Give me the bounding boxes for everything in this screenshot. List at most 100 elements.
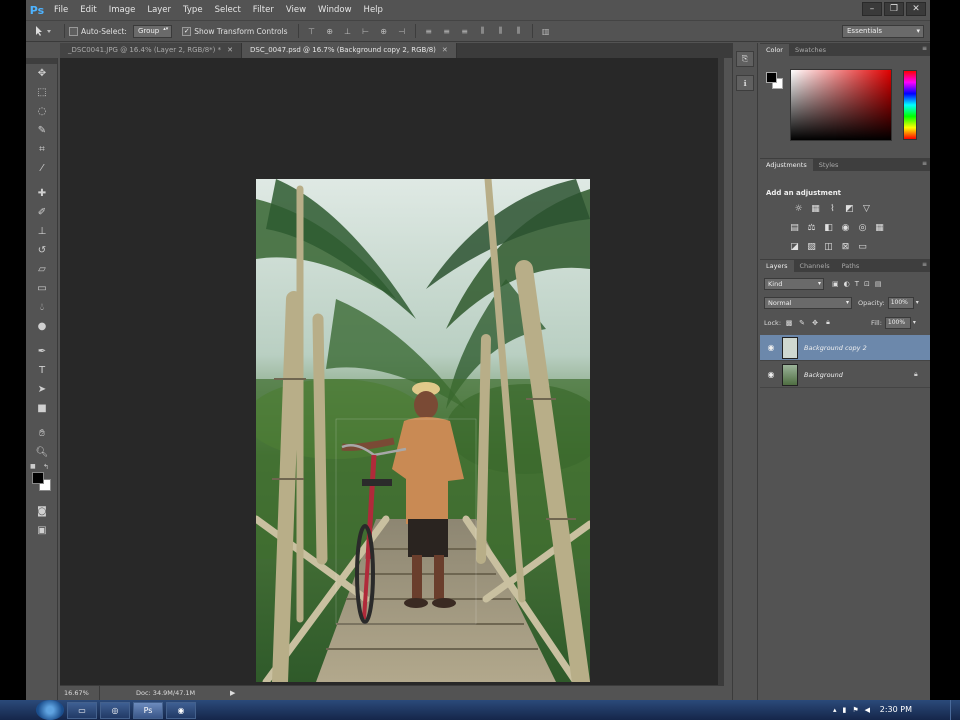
marquee-tool-icon[interactable]: ⬚ [26, 83, 58, 102]
auto-align-icon[interactable]: ▥ [539, 25, 553, 37]
align-left-icon[interactable]: ⊢ [359, 25, 373, 37]
canvas-area[interactable] [60, 58, 718, 685]
type-tool-icon[interactable]: T [26, 361, 58, 380]
swap-colors-icon[interactable]: ↰ [43, 463, 49, 471]
zoom-level-field[interactable]: 16.67% [60, 685, 100, 700]
align-vcenter-icon[interactable]: ⊕ [323, 25, 337, 37]
blur-tool-icon[interactable]: 💧︎ [26, 298, 58, 317]
tray-arrow-icon[interactable]: ▴ [833, 706, 837, 714]
fill-input[interactable]: 100% [884, 316, 911, 329]
eraser-tool-icon[interactable]: ▱ [26, 260, 58, 279]
quick-mask-icon[interactable]: ◙ [26, 502, 58, 521]
default-colors-icon[interactable]: ■ [30, 463, 36, 470]
photo-filter-icon[interactable]: ◉ [839, 222, 852, 234]
gradient-map-icon[interactable]: ▭ [856, 241, 869, 253]
vibrance-icon[interactable]: ▽ [860, 203, 873, 215]
color-lookup-icon[interactable]: ▦ [873, 222, 886, 234]
align-bottom-icon[interactable]: ⊥ [341, 25, 355, 37]
layer-name[interactable]: Background [804, 371, 914, 379]
status-menu-arrow-icon[interactable]: ▶ [230, 689, 235, 697]
lock-pixels-icon[interactable]: ✎ [797, 319, 807, 327]
fill-dropdown-icon[interactable]: ▾ [913, 319, 916, 326]
minimize-button[interactable]: – [862, 2, 882, 16]
filter-kind-dropdown[interactable]: Kind [764, 277, 824, 290]
move-tool-icon[interactable]: ✥ [26, 64, 58, 83]
properties-panel-icon[interactable]: ℹ [736, 75, 754, 91]
screen-mode-icon[interactable]: ▣ [26, 521, 58, 540]
lock-all-icon[interactable]: 🔒︎ [823, 318, 833, 327]
eye-icon[interactable]: ◉ [760, 343, 782, 352]
tool-preset-picker[interactable] [26, 22, 60, 40]
rectangle-tool-icon[interactable]: ■ [26, 399, 58, 418]
layer-row-background-copy-2[interactable]: ◉ Background copy 2 [760, 335, 930, 361]
opacity-dropdown-icon[interactable]: ▾ [916, 299, 919, 306]
vertical-scrollbar[interactable] [718, 58, 724, 685]
history-brush-tool-icon[interactable]: ↺ [26, 241, 58, 260]
taskbar-clock[interactable]: 2:30 PM [880, 700, 912, 720]
lock-position-icon[interactable]: ✥ [810, 319, 820, 327]
menu-layer[interactable]: Layer [141, 0, 177, 20]
black-white-icon[interactable]: ◧ [822, 222, 835, 234]
auto-select-checkbox[interactable] [69, 26, 78, 36]
pen-tool-icon[interactable]: ✒ [26, 342, 58, 361]
menu-edit[interactable]: Edit [74, 0, 102, 20]
levels-icon[interactable]: ▦ [809, 203, 822, 215]
distribute-left-icon[interactable]: ⫼ [476, 25, 490, 37]
curves-icon[interactable]: ⌇ [826, 203, 839, 215]
close-icon[interactable]: ✕ [227, 43, 233, 58]
explorer-taskbar-icon[interactable]: ▭ [67, 701, 97, 719]
volume-icon[interactable]: ◀ [865, 706, 870, 714]
eye-icon[interactable]: ◉ [760, 370, 782, 379]
color-balance-icon[interactable]: ⚖ [805, 222, 818, 234]
brightness-contrast-icon[interactable]: ☼ [792, 203, 805, 215]
brush-tool-icon[interactable]: ✐ [26, 203, 58, 222]
close-icon[interactable]: ✕ [442, 43, 448, 58]
tab-adjustments[interactable]: Adjustments [760, 159, 813, 171]
tab-dsc0041[interactable]: _DSC0041.JPG @ 16.4% (Layer 2, RGB/8*) *… [60, 43, 242, 58]
layer-row-background[interactable]: ◉ Background 🔒︎ [760, 362, 930, 388]
quick-selection-tool-icon[interactable]: ✎ [26, 121, 58, 140]
menu-file[interactable]: File [48, 0, 74, 20]
panel-menu-icon[interactable]: ≡ [922, 160, 927, 167]
align-hcenter-icon[interactable]: ⊕ [377, 25, 391, 37]
show-desktop-button[interactable] [950, 700, 960, 720]
menu-type[interactable]: Type [177, 0, 209, 20]
tab-paths[interactable]: Paths [836, 260, 866, 272]
distribute-bottom-icon[interactable]: ≡ [458, 25, 472, 37]
foreground-color-swatch[interactable] [32, 472, 44, 484]
channel-mixer-icon[interactable]: ◎ [856, 222, 869, 234]
menu-help[interactable]: Help [358, 0, 389, 20]
chrome-taskbar-icon[interactable]: ◎ [100, 701, 130, 719]
align-right-icon[interactable]: ⊣ [395, 25, 409, 37]
color-field[interactable] [790, 69, 892, 141]
menu-select[interactable]: Select [209, 0, 247, 20]
auto-select-target-dropdown[interactable]: Group [132, 24, 173, 38]
threshold-icon[interactable]: ◫ [822, 241, 835, 253]
posterize-icon[interactable]: ▨ [805, 241, 818, 253]
flag-icon[interactable]: ⚑ [852, 706, 858, 714]
hue-slider[interactable] [903, 70, 917, 140]
start-button[interactable] [36, 700, 64, 720]
media-player-taskbar-icon[interactable]: ◉ [166, 701, 196, 719]
menu-view[interactable]: View [280, 0, 312, 20]
dodge-tool-icon[interactable]: ● [26, 317, 58, 336]
restore-button[interactable]: ❐ [884, 2, 904, 16]
tab-layers[interactable]: Layers [760, 260, 794, 272]
opacity-input[interactable]: 100% [887, 296, 914, 309]
crop-tool-icon[interactable]: ⌗ [26, 140, 58, 159]
gradient-tool-icon[interactable]: ▭ [26, 279, 58, 298]
distribute-vcenter-icon[interactable]: ≡ [440, 25, 454, 37]
hand-tool-icon[interactable]: ✋︎ [26, 424, 58, 443]
distribute-top-icon[interactable]: ≡ [422, 25, 436, 37]
zoom-tool-icon[interactable]: 🔍︎ [26, 443, 58, 462]
close-button[interactable]: ✕ [906, 2, 926, 16]
show-transform-checkbox[interactable]: ✓ [182, 26, 192, 36]
lasso-tool-icon[interactable]: ◌ [26, 102, 58, 121]
document-image[interactable] [256, 179, 590, 682]
layer-name[interactable]: Background copy 2 [804, 344, 930, 352]
selective-color-icon[interactable]: ⊠ [839, 241, 852, 253]
history-panel-icon[interactable]: ⎘ [736, 51, 754, 67]
path-selection-tool-icon[interactable]: ➤ [26, 380, 58, 399]
tab-dsc0047[interactable]: DSC_0047.psd @ 16.7% (Background copy 2,… [242, 43, 457, 58]
tab-swatches[interactable]: Swatches [789, 44, 832, 56]
